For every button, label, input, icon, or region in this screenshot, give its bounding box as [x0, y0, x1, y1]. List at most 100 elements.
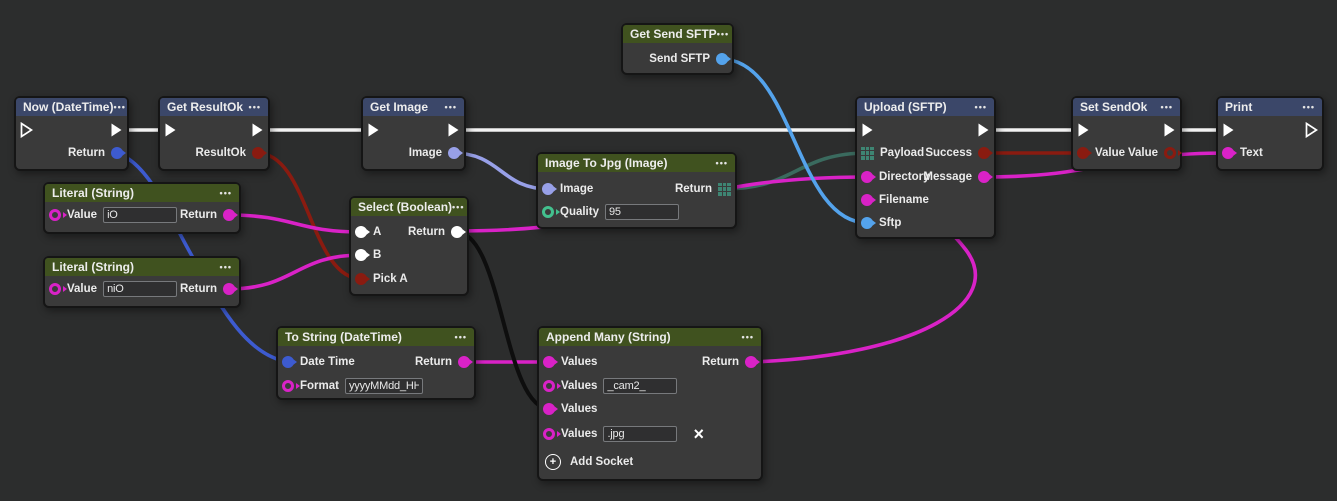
exec-out-pin[interactable]: [251, 122, 264, 138]
value-field[interactable]: [103, 281, 177, 297]
node-select[interactable]: Select (Boolean)•••AReturnBPick A: [349, 196, 469, 296]
exec-out-pin[interactable]: [1305, 122, 1318, 138]
node-title-bar[interactable]: Get Image•••: [363, 98, 464, 116]
value-field[interactable]: [345, 378, 423, 394]
pin-nub: [366, 229, 370, 235]
pin-format-input[interactable]: [282, 380, 294, 392]
pin-value-output[interactable]: [1164, 147, 1176, 159]
pin-payload-input[interactable]: [861, 147, 874, 160]
menu-icon[interactable]: •••: [742, 333, 754, 342]
pin-success-output[interactable]: [978, 147, 990, 159]
value-field[interactable]: [605, 204, 679, 220]
pin-b-input[interactable]: [355, 249, 367, 261]
pin-value-input[interactable]: [49, 209, 61, 221]
node-editor-canvas[interactable]: Now (DateTime)••• Return Get ResultOk•••Re…: [0, 0, 1337, 501]
node-print[interactable]: Print•••Text: [1216, 96, 1324, 171]
node-set-sendok[interactable]: Set SendOk•••ValueValue: [1071, 96, 1182, 171]
pin-message-output[interactable]: [978, 171, 990, 183]
node-title-bar[interactable]: Print•••: [1218, 98, 1322, 116]
menu-icon[interactable]: •••: [220, 189, 232, 198]
node-literal-nio[interactable]: Literal (String)•••ValueReturn: [43, 256, 241, 308]
add-socket-button[interactable]: +Add Socket: [539, 454, 633, 470]
node-title-bar[interactable]: Literal (String)•••: [45, 258, 239, 276]
pin-a-input[interactable]: [355, 226, 367, 238]
pin-return-output[interactable]: [451, 226, 463, 238]
exec-in-pin[interactable]: [1222, 122, 1235, 138]
wire-get-image-image--imagetojpg-image[interactable]: [453, 153, 549, 189]
pin-quality-input[interactable]: [542, 206, 554, 218]
menu-icon[interactable]: •••: [717, 30, 729, 39]
pin-values-input[interactable]: [543, 428, 555, 440]
node-now[interactable]: Now (DateTime)••• Return: [14, 96, 129, 171]
pin-pick-a-input[interactable]: [355, 273, 367, 285]
pin-return-output[interactable]: [111, 147, 123, 159]
exec-in-pin[interactable]: [20, 122, 33, 138]
node-get-send-sftp[interactable]: Get Send SFTP•••Send SFTP: [621, 23, 734, 75]
menu-icon[interactable]: •••: [445, 103, 457, 112]
value-field[interactable]: [103, 207, 177, 223]
pin-image-output[interactable]: [448, 147, 460, 159]
pin-filename-input[interactable]: [861, 194, 873, 206]
pin-return-output[interactable]: [223, 209, 235, 221]
node-title-bar[interactable]: Set SendOk•••: [1073, 98, 1180, 116]
exec-out-pin[interactable]: [977, 122, 990, 138]
delete-socket-icon[interactable]: ×: [693, 427, 704, 441]
node-get-image[interactable]: Get Image•••Image: [361, 96, 466, 171]
pin-return-output[interactable]: [223, 283, 235, 295]
pin-date-time-input[interactable]: [282, 356, 294, 368]
menu-icon[interactable]: •••: [455, 333, 467, 342]
wire-get-resultok-resultok--select-picka[interactable]: [257, 153, 362, 279]
pin-nub: [462, 229, 466, 235]
exec-in-pin[interactable]: [367, 122, 380, 138]
node-title-bar[interactable]: Upload (SFTP)•••: [857, 98, 994, 116]
node-get-resultok[interactable]: Get ResultOk•••ResultOk: [158, 96, 270, 171]
pin-return-output[interactable]: [745, 356, 757, 368]
exec-out-pin[interactable]: [447, 122, 460, 138]
node-title-bar[interactable]: Literal (String)•••: [45, 184, 239, 202]
pin-sftp-input[interactable]: [861, 217, 873, 229]
node-title-bar[interactable]: Image To Jpg (Image)•••: [538, 154, 735, 172]
pin-send-sftp-output[interactable]: [716, 53, 728, 65]
pin-values-input[interactable]: [543, 356, 555, 368]
pin-values-input[interactable]: [543, 380, 555, 392]
menu-icon[interactable]: •••: [113, 103, 125, 112]
pin-return-output[interactable]: [718, 183, 731, 196]
menu-icon[interactable]: •••: [975, 103, 987, 112]
pin-value-input[interactable]: [1077, 147, 1089, 159]
node-title-bar[interactable]: To String (DateTime)•••: [278, 328, 474, 346]
value-field[interactable]: [603, 426, 677, 442]
menu-icon[interactable]: •••: [1303, 103, 1315, 112]
exec-out-pin[interactable]: [1163, 122, 1176, 138]
wire-imagetojpg-return--upload-payload[interactable]: [724, 153, 868, 189]
menu-icon[interactable]: •••: [220, 263, 232, 272]
node-title-bar[interactable]: Append Many (String)•••: [539, 328, 761, 346]
pin-value-input[interactable]: [49, 283, 61, 295]
node-title-bar[interactable]: Get Send SFTP•••: [623, 25, 732, 43]
pin-directory-input[interactable]: [861, 171, 873, 183]
node-title-bar[interactable]: Select (Boolean)•••: [351, 198, 467, 216]
menu-icon[interactable]: •••: [716, 159, 728, 168]
pin-image-input[interactable]: [542, 183, 554, 195]
menu-icon[interactable]: •••: [249, 103, 261, 112]
exec-in-pin[interactable]: [164, 122, 177, 138]
node-append-many[interactable]: Append Many (String)•••ValuesReturnValue…: [537, 326, 763, 481]
menu-icon[interactable]: •••: [452, 203, 464, 212]
node-image-to-jpg[interactable]: Image To Jpg (Image)•••ImageReturnQualit…: [536, 152, 737, 229]
exec-in-pin[interactable]: [861, 122, 874, 138]
value-field[interactable]: [603, 378, 677, 394]
wire-literal-io-return--select-a[interactable]: [228, 215, 362, 232]
pin-return-output[interactable]: [458, 356, 470, 368]
pin-text-input[interactable]: [1222, 147, 1234, 159]
node-title-bar[interactable]: Get ResultOk•••: [160, 98, 268, 116]
pin-values-input[interactable]: [543, 403, 555, 415]
row-right: Return: [68, 147, 127, 159]
wire-get-send-sftp--upload-sftp[interactable]: [721, 59, 868, 223]
menu-icon[interactable]: •••: [1161, 103, 1173, 112]
exec-in-pin[interactable]: [1077, 122, 1090, 138]
node-to-string[interactable]: To String (DateTime)•••Date TimeReturnFo…: [276, 326, 476, 400]
node-literal-io[interactable]: Literal (String)•••ValueReturn: [43, 182, 241, 234]
pin-resultok-output[interactable]: [252, 147, 264, 159]
node-upload-sftp[interactable]: Upload (SFTP)•••PayloadSuccessDirectoryM…: [855, 96, 996, 239]
node-title-bar[interactable]: Now (DateTime)•••: [16, 98, 127, 116]
exec-out-pin[interactable]: [110, 122, 123, 138]
